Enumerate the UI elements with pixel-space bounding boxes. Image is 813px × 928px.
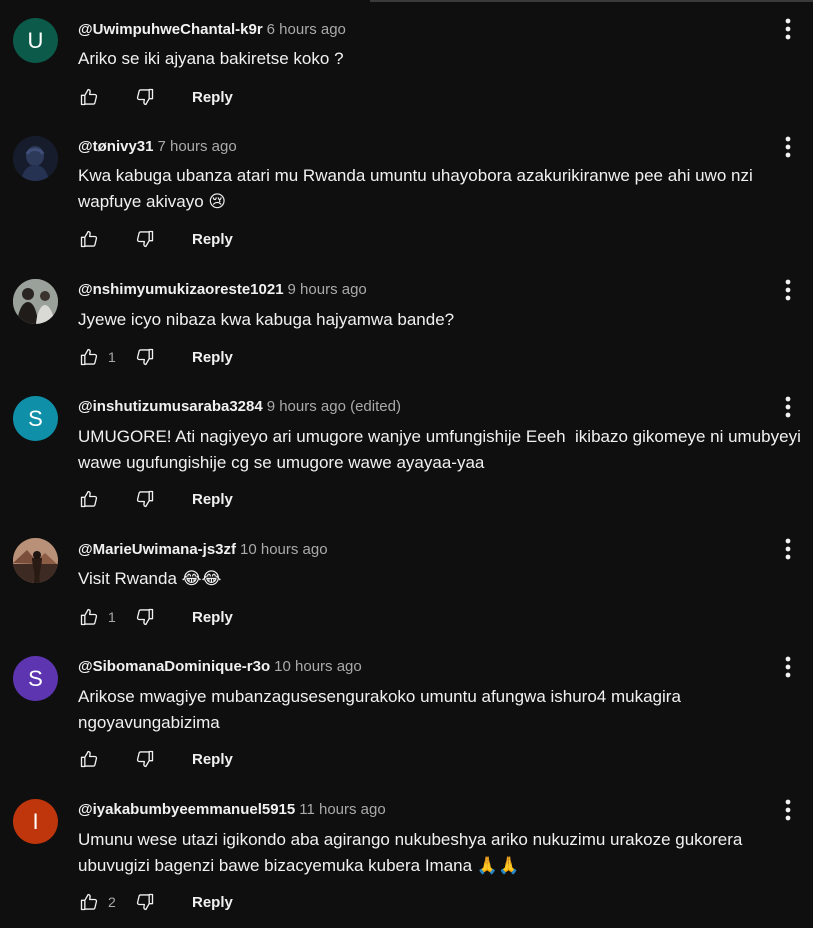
more-vert-icon	[785, 799, 791, 821]
comment-menu-button[interactable]	[777, 135, 799, 159]
dislike-button[interactable]	[134, 346, 156, 368]
author-name[interactable]: @nshimyumukizaoreste1021	[78, 281, 284, 298]
like-button[interactable]	[78, 488, 100, 510]
thumbs-down-icon	[136, 490, 154, 508]
thumbs-up-icon	[80, 490, 98, 508]
avatar-photo	[13, 279, 58, 324]
thumbs-down-icon	[136, 608, 154, 626]
avatar[interactable]: S	[13, 396, 58, 441]
author-name[interactable]: @inshutizumusaraba3284	[78, 398, 263, 415]
like-button[interactable]	[78, 346, 100, 368]
thumbs-up-icon	[80, 750, 98, 768]
like-count: 1	[108, 349, 116, 365]
avatar[interactable]: U	[13, 18, 58, 63]
dislike-button[interactable]	[134, 488, 156, 510]
more-vert-icon	[785, 18, 791, 40]
comment-header: @nshimyumukizaoreste1021 9 hours ago	[78, 281, 367, 298]
author-name[interactable]: @iyakabumbyeemmanuel5915	[78, 801, 295, 818]
more-vert-icon	[785, 136, 791, 158]
comment-text: Jyewe icyo nibaza kwa kabuga hajyamwa ba…	[78, 310, 455, 329]
timestamp[interactable]: 9 hours ago	[288, 281, 367, 298]
comment-text: UMUGORE! Ati nagiyeyo ari umugore wanjye…	[78, 427, 806, 472]
reply-button[interactable]: Reply	[192, 231, 233, 248]
comment-actions: Reply	[78, 487, 233, 511]
comment-menu-button[interactable]	[777, 537, 799, 561]
thumbs-up-icon	[80, 893, 98, 911]
timestamp[interactable]: 10 hours ago	[240, 541, 328, 558]
comment-header: @UwimpuhweChantal-k9r 6 hours ago	[78, 21, 346, 38]
thumbs-down-icon	[136, 88, 154, 106]
dislike-button[interactable]	[134, 891, 156, 913]
timestamp[interactable]: 7 hours ago	[157, 138, 236, 155]
comment-actions: Reply	[78, 227, 233, 251]
timestamp[interactable]: 6 hours ago	[267, 21, 346, 38]
comment-actions: Reply	[78, 747, 233, 771]
more-vert-icon	[785, 656, 791, 678]
thumbs-down-icon	[136, 230, 154, 248]
comment-text: Visit Rwanda 😂😂	[78, 569, 222, 588]
comment-menu-button[interactable]	[777, 278, 799, 302]
thumbs-down-icon	[136, 348, 154, 366]
timestamp[interactable]: 11 hours ago	[299, 801, 385, 818]
more-vert-icon	[785, 279, 791, 301]
dislike-button[interactable]	[134, 606, 156, 628]
dislike-button[interactable]	[134, 228, 156, 250]
author-name[interactable]: @UwimpuhweChantal-k9r	[78, 21, 263, 38]
comment-text: Ariko se iki ajyana bakiretse koko ?	[78, 49, 344, 68]
avatar[interactable]	[13, 136, 58, 181]
comment-header: @iyakabumbyeemmanuel5915 11 hours ago	[78, 801, 386, 818]
comment-header: @SibomanaDominique-r3o 10 hours ago	[78, 658, 362, 675]
reply-button[interactable]: Reply	[192, 751, 233, 768]
avatar[interactable]	[13, 279, 58, 324]
reply-button[interactable]: Reply	[192, 491, 233, 508]
like-button[interactable]	[78, 606, 100, 628]
avatar[interactable]: I	[13, 799, 58, 844]
comment-text: Kwa kabuga ubanza atari mu Rwanda umuntu…	[78, 166, 758, 211]
comment-menu-button[interactable]	[777, 395, 799, 419]
comment-text: Arikose mwagiye mubanzagusesengurakoko u…	[78, 687, 686, 732]
thumbs-down-icon	[136, 750, 154, 768]
avatar-photo	[13, 538, 58, 583]
comment-header: @inshutizumusaraba3284 9 hours ago (edite…	[78, 398, 401, 415]
thumbs-up-icon	[80, 348, 98, 366]
avatar[interactable]	[13, 538, 58, 583]
comment-header: @tønivy31 7 hours ago	[78, 138, 237, 155]
comment-menu-button[interactable]	[777, 798, 799, 822]
like-button[interactable]	[78, 228, 100, 250]
author-name[interactable]: @tønivy31	[78, 138, 153, 155]
like-count: 1	[108, 609, 116, 625]
comment-menu-button[interactable]	[777, 655, 799, 679]
reply-button[interactable]: Reply	[192, 89, 233, 106]
thumbs-up-icon	[80, 230, 98, 248]
timestamp[interactable]: 9 hours ago (edited)	[267, 398, 401, 415]
reply-button[interactable]: Reply	[192, 349, 233, 366]
comment-actions: Reply	[78, 85, 233, 109]
author-name[interactable]: @MarieUwimana-js3zf	[78, 541, 236, 558]
comment-menu-button[interactable]	[777, 17, 799, 41]
like-button[interactable]	[78, 86, 100, 108]
timestamp[interactable]: 10 hours ago	[274, 658, 362, 675]
top-edge	[0, 0, 813, 2]
more-vert-icon	[785, 396, 791, 418]
like-button[interactable]	[78, 748, 100, 770]
avatar[interactable]: S	[13, 656, 58, 701]
comment-actions: 1 Reply	[78, 345, 233, 369]
dislike-button[interactable]	[134, 86, 156, 108]
thumbs-up-icon	[80, 88, 98, 106]
comment-text: Umunu wese utazi igikondo aba agirango n…	[78, 830, 748, 875]
like-count: 2	[108, 894, 116, 910]
like-button[interactable]	[78, 891, 100, 913]
reply-button[interactable]: Reply	[192, 609, 233, 626]
comment-actions: 1 Reply	[78, 605, 233, 629]
comment-actions: 2 Reply	[78, 890, 233, 914]
dislike-button[interactable]	[134, 748, 156, 770]
more-vert-icon	[785, 538, 791, 560]
thumbs-down-icon	[136, 893, 154, 911]
avatar-photo	[13, 136, 58, 181]
thumbs-up-icon	[80, 608, 98, 626]
author-name[interactable]: @SibomanaDominique-r3o	[78, 658, 270, 675]
comment-header: @MarieUwimana-js3zf 10 hours ago	[78, 541, 328, 558]
reply-button[interactable]: Reply	[192, 894, 233, 911]
